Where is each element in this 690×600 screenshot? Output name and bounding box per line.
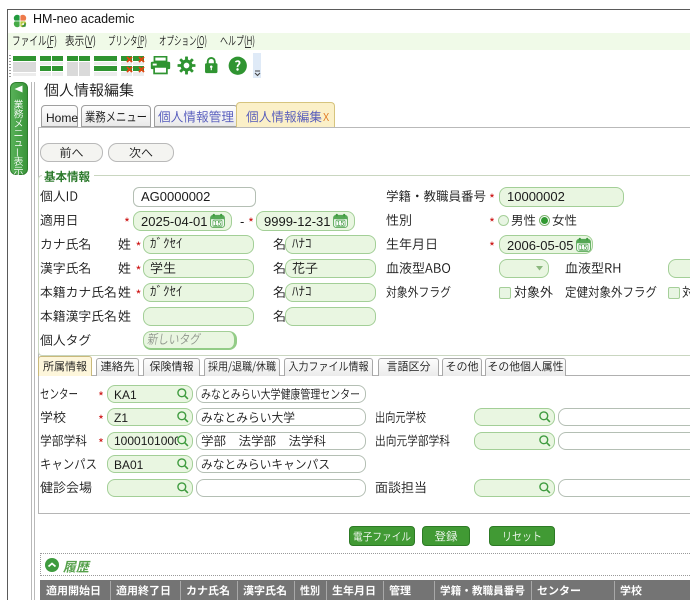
svg-text:15: 15 [214, 220, 222, 227]
svg-text:15: 15 [579, 244, 587, 251]
svg-text:15: 15 [337, 220, 345, 227]
